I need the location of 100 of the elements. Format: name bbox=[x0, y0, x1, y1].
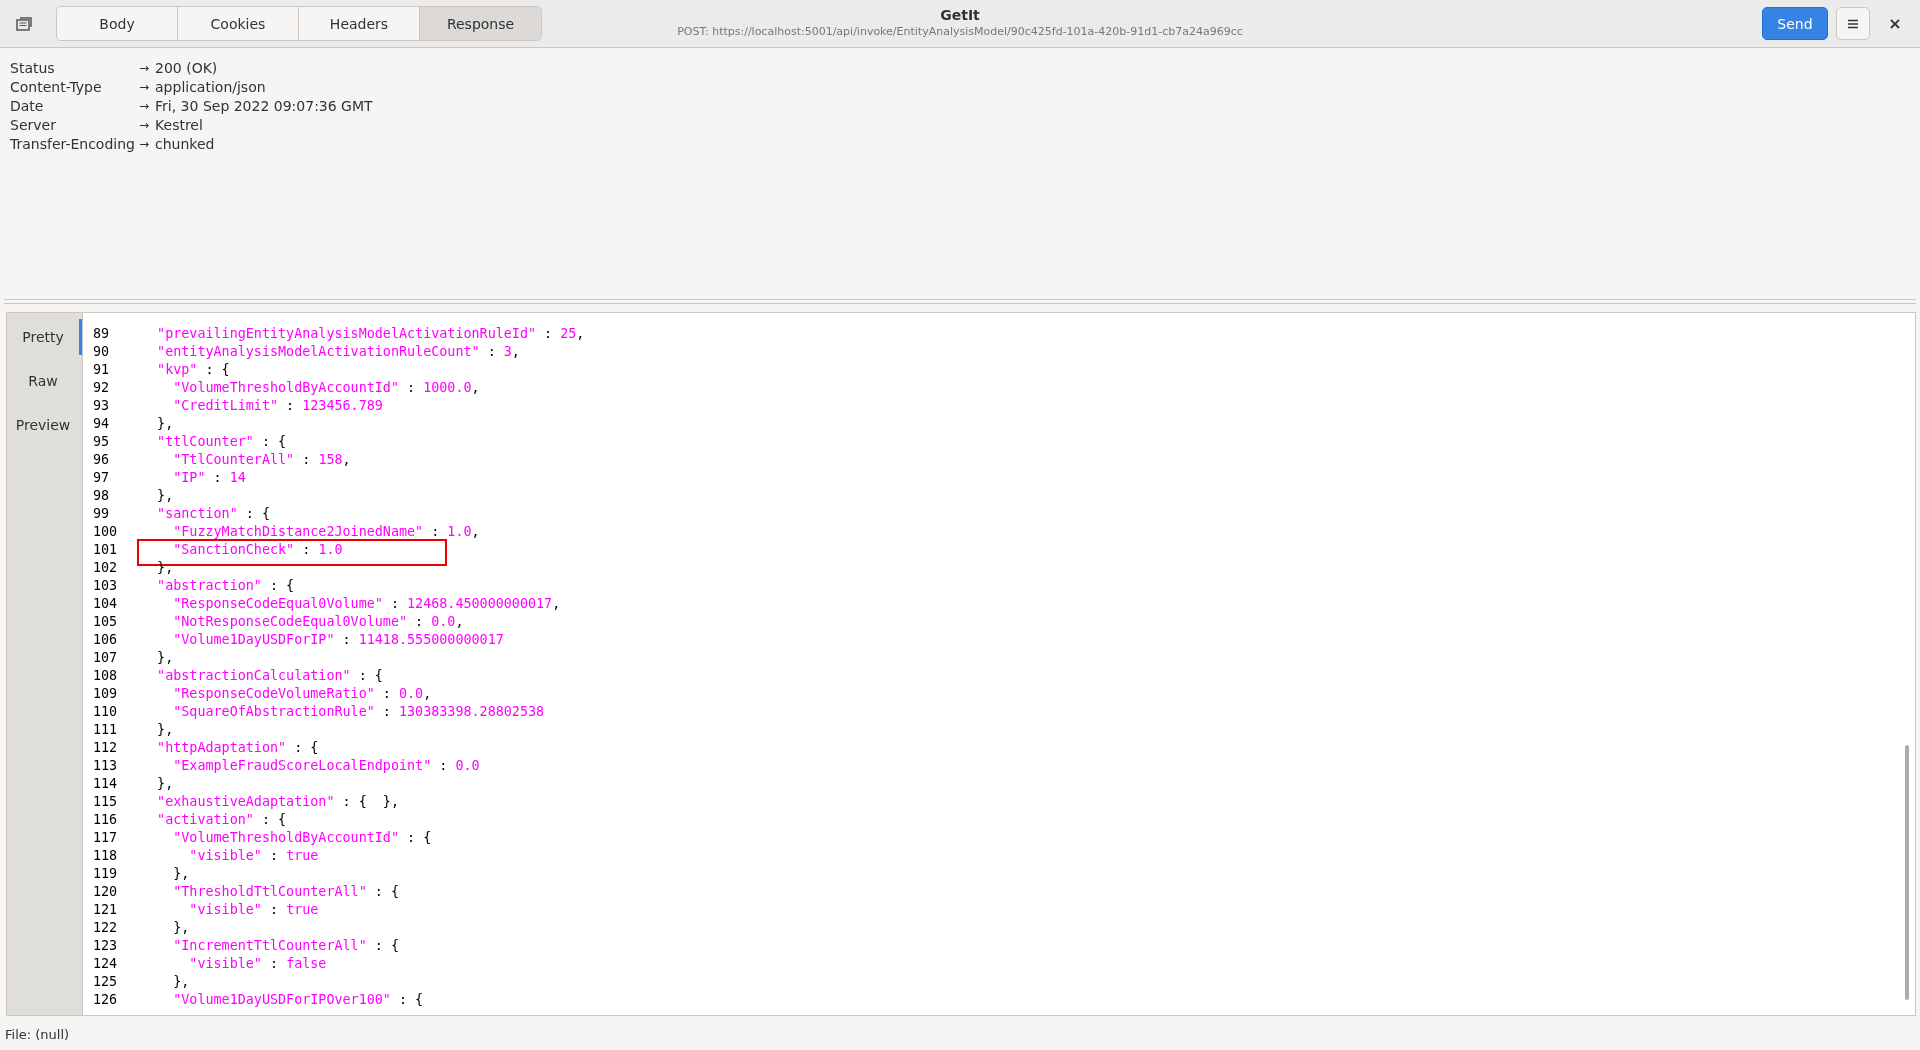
line-number: 123 bbox=[92, 937, 119, 955]
arrow-icon: → bbox=[138, 116, 150, 135]
line-number: 112 bbox=[92, 739, 119, 757]
code-line: "VolumeThresholdByAccountId" : { bbox=[172, 829, 432, 847]
line-number: 102 bbox=[92, 559, 119, 577]
line-number: 108 bbox=[92, 667, 119, 685]
code-line: "visible" : true bbox=[188, 847, 319, 865]
status-text: File: (null) bbox=[4, 1026, 71, 1044]
header-name: Transfer-Encoding bbox=[10, 135, 135, 154]
arrow-icon: → bbox=[138, 135, 150, 154]
header-value: application/json bbox=[155, 78, 266, 97]
code-line: }, bbox=[156, 487, 174, 505]
header-value: chunked bbox=[155, 135, 215, 154]
code-line: "httpAdaptation" : { bbox=[156, 739, 319, 757]
app-icon[interactable] bbox=[16, 16, 32, 31]
code-line: "abstraction" : { bbox=[156, 577, 295, 595]
code-line: "Volume1DayUSDForIP" : 11418.555000000017 bbox=[172, 631, 504, 649]
line-number: 104 bbox=[92, 595, 119, 613]
line-number: 103 bbox=[92, 577, 119, 595]
code-line: }, bbox=[172, 919, 190, 937]
tab[interactable]: Cookies bbox=[178, 7, 299, 40]
line-number: 99 bbox=[92, 505, 111, 523]
code-line: "ExampleFraudScoreLocalEndpoint" : 0.0 bbox=[172, 757, 480, 775]
code-line: "VolumeThresholdByAccountId" : 1000.0, bbox=[172, 379, 480, 397]
tab[interactable]: Body bbox=[57, 7, 178, 40]
header-name: Date bbox=[10, 97, 45, 116]
header-name: Content-Type bbox=[10, 78, 103, 97]
code-line: "sanction" : { bbox=[156, 505, 270, 523]
line-number: 93 bbox=[92, 397, 111, 415]
code-line: "activation" : { bbox=[156, 811, 287, 829]
line-number: 96 bbox=[92, 451, 111, 469]
line-number: 107 bbox=[92, 649, 119, 667]
line-number: 94 bbox=[92, 415, 111, 433]
line-number: 90 bbox=[92, 343, 111, 361]
line-number: 97 bbox=[92, 469, 111, 487]
line-number: 89 bbox=[92, 325, 111, 343]
line-number: 100 bbox=[92, 523, 119, 541]
code-line: "ttlCounter" : { bbox=[156, 433, 287, 451]
header-value: Kestrel bbox=[155, 116, 203, 135]
line-number: 125 bbox=[92, 973, 119, 991]
line-number: 105 bbox=[92, 613, 119, 631]
line-number: 111 bbox=[92, 721, 119, 739]
arrow-icon: → bbox=[138, 97, 150, 116]
code-line: }, bbox=[156, 775, 174, 793]
scrollbar-thumb[interactable] bbox=[1905, 745, 1909, 1000]
line-number: 110 bbox=[92, 703, 119, 721]
code-line: "visible" : false bbox=[188, 955, 327, 973]
line-number: 121 bbox=[92, 901, 119, 919]
code-line: "IP" : 14 bbox=[172, 469, 246, 487]
line-number: 95 bbox=[92, 433, 111, 451]
line-number: 116 bbox=[92, 811, 119, 829]
code-line: "entityAnalysisModelActivationRuleCount" : 3, bbox=[156, 343, 520, 361]
line-number: 115 bbox=[92, 793, 119, 811]
line-number: 119 bbox=[92, 865, 119, 883]
line-number: 92 bbox=[92, 379, 111, 397]
line-number: 120 bbox=[92, 883, 119, 901]
arrow-icon: → bbox=[138, 78, 150, 97]
close-button[interactable]: × bbox=[1882, 10, 1908, 37]
window-title: GetIt bbox=[940, 7, 980, 24]
line-number: 91 bbox=[92, 361, 111, 379]
line-number: 98 bbox=[92, 487, 111, 505]
code-line: }, bbox=[156, 649, 174, 667]
line-number: 114 bbox=[92, 775, 119, 793]
code-line: "SanctionCheck" : 1.0 bbox=[172, 541, 343, 559]
code-line: "visible" : true bbox=[188, 901, 319, 919]
header-value: Fri, 30 Sep 2022 09:07:36 GMT bbox=[155, 97, 373, 116]
arrow-icon: → bbox=[138, 59, 150, 78]
send-button[interactable]: Send bbox=[1762, 7, 1828, 40]
code-line: "kvp" : { bbox=[156, 361, 230, 379]
code-line: "CreditLimit" : 123456.789 bbox=[172, 397, 383, 415]
code-line: "IncrementTtlCounterAll" : { bbox=[172, 937, 399, 955]
menu-icon bbox=[1847, 18, 1859, 29]
line-number: 106 bbox=[92, 631, 119, 649]
line-number: 117 bbox=[92, 829, 119, 847]
code-line: "NotResponseCodeEqual0Volume" : 0.0, bbox=[172, 613, 464, 631]
header-value: 200 (OK) bbox=[155, 59, 218, 78]
line-number: 113 bbox=[92, 757, 119, 775]
code-line: }, bbox=[156, 721, 174, 739]
code-line: "abstractionCalculation" : { bbox=[156, 667, 383, 685]
view-tab[interactable]: Pretty bbox=[7, 319, 82, 355]
view-tab[interactable]: Raw bbox=[7, 363, 82, 399]
line-number: 122 bbox=[92, 919, 119, 937]
code-line: }, bbox=[172, 865, 190, 883]
code-line: "exhaustiveAdaptation" : { }, bbox=[156, 793, 399, 811]
code-line: "ThresholdTtlCounterAll" : { bbox=[172, 883, 399, 901]
code-line: }, bbox=[156, 415, 174, 433]
code-line: "Volume1DayUSDForIPOver100" : { bbox=[172, 991, 424, 1009]
code-line: "ResponseCodeEqual0Volume" : 12468.450000000017, bbox=[172, 595, 561, 613]
code-line: "FuzzyMatchDistance2JoinedName" : 1.0, bbox=[172, 523, 480, 541]
header-name: Status bbox=[10, 59, 56, 78]
code-line: "SquareOfAbstractionRule" : 130383398.28802538 bbox=[172, 703, 545, 721]
line-number: 118 bbox=[92, 847, 119, 865]
code-line: "prevailingEntityAnalysisModelActivationRuleId" : 25, bbox=[156, 325, 585, 343]
view-tab[interactable]: Preview bbox=[7, 407, 82, 443]
line-number: 124 bbox=[92, 955, 119, 973]
tab[interactable]: Response bbox=[420, 7, 541, 40]
line-number: 126 bbox=[92, 991, 119, 1009]
tab[interactable]: Headers bbox=[299, 7, 420, 40]
header-name: Server bbox=[10, 116, 57, 135]
menu-button[interactable] bbox=[1836, 7, 1870, 40]
